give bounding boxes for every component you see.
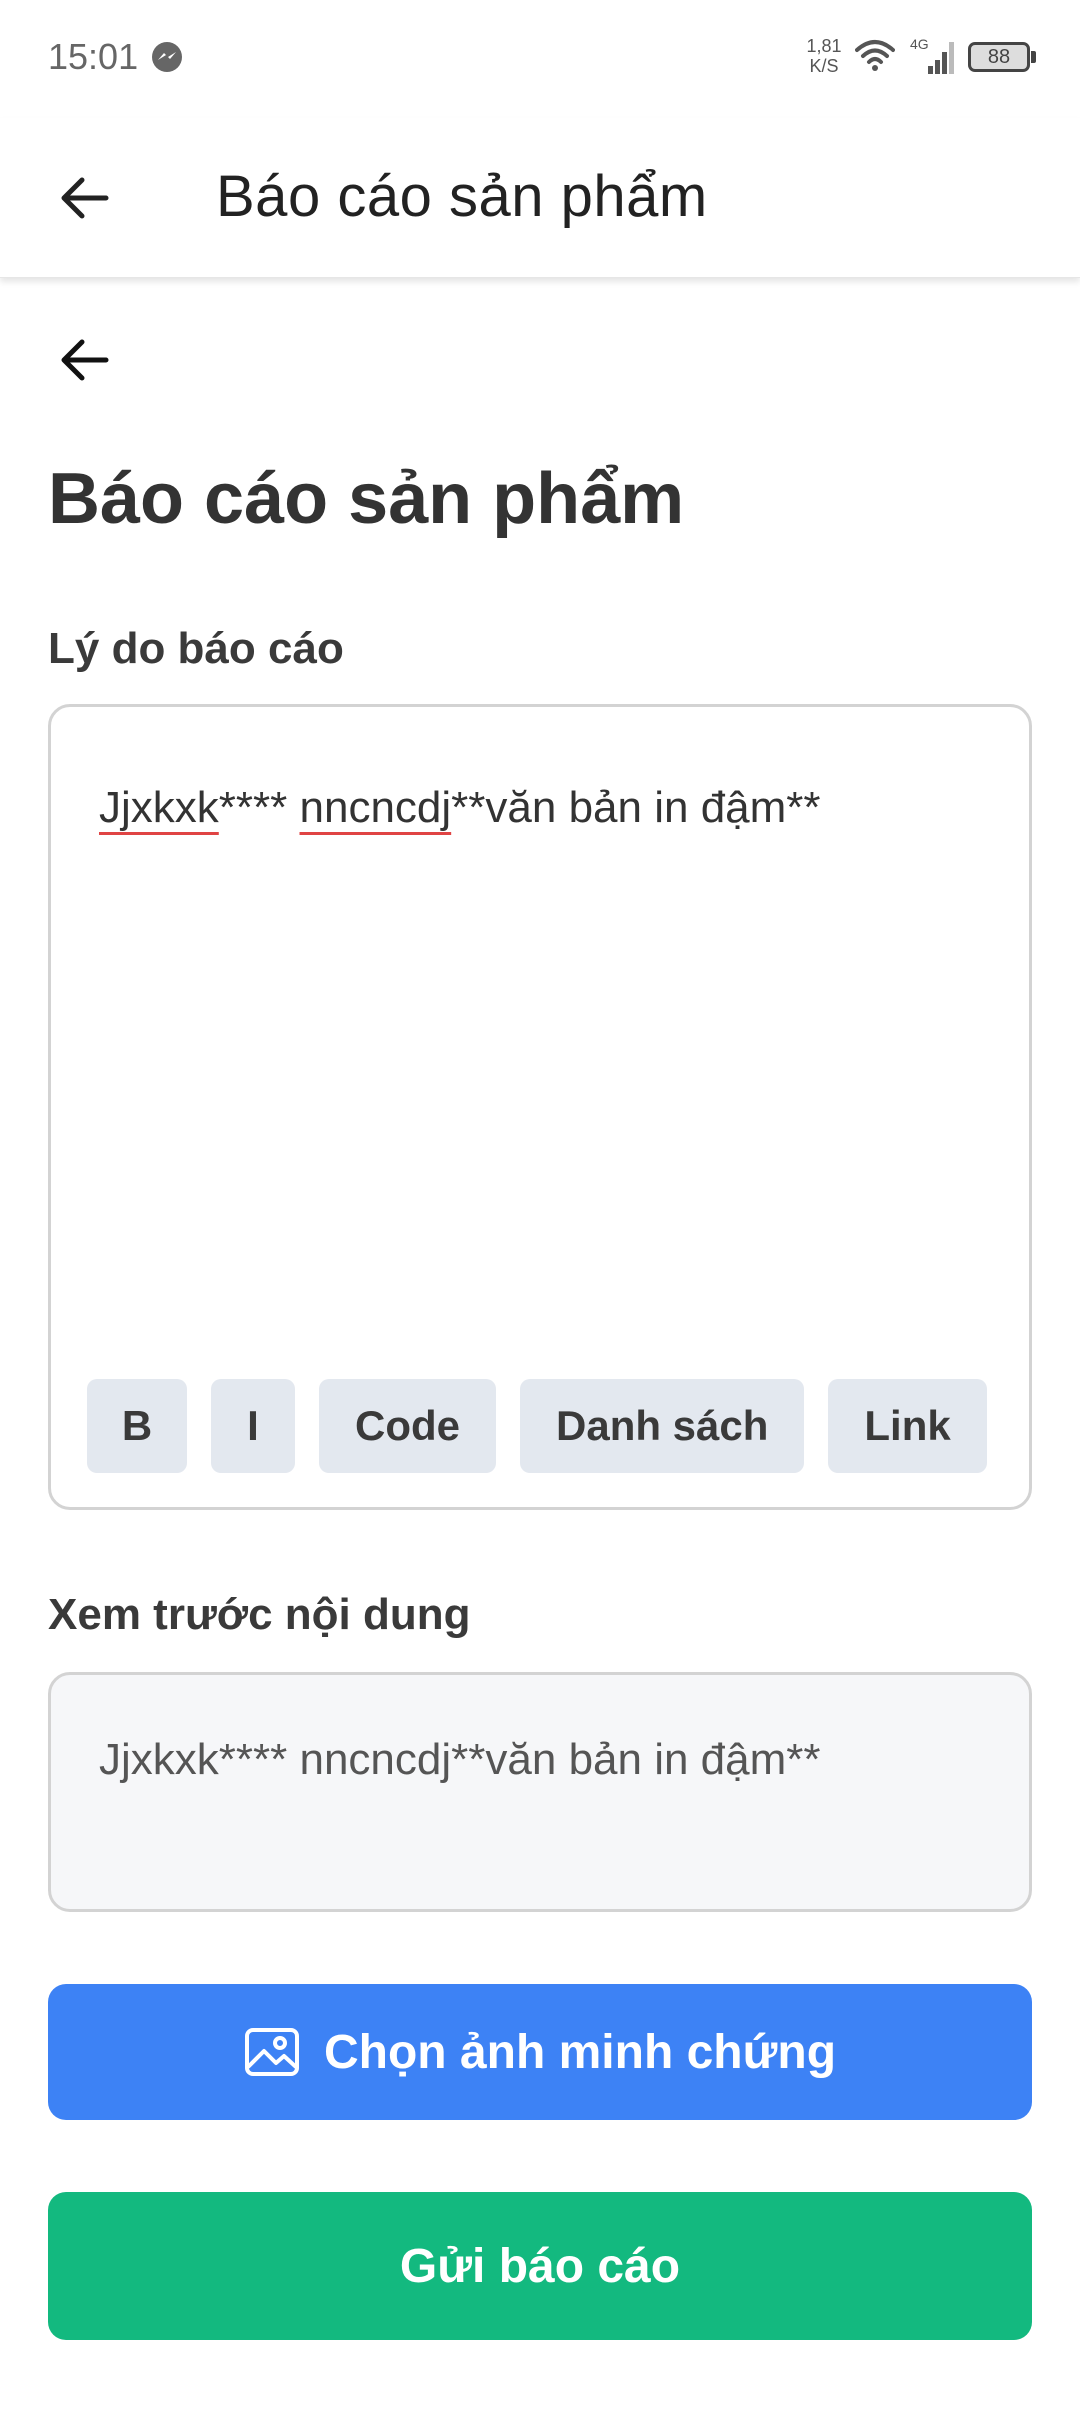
battery-tip (1031, 51, 1036, 63)
app-bar-title: Báo cáo sản phẩm (216, 164, 708, 229)
preview-label: Xem trước nội dung (48, 1590, 471, 1639)
list-button[interactable]: Danh sách (520, 1379, 805, 1473)
choose-photo-button[interactable]: Chọn ảnh minh chứng (48, 1984, 1032, 2120)
wifi-icon (855, 40, 895, 71)
reason-editor[interactable]: Jjxkxk**** nncncdj**văn bản in đậm** B I… (48, 704, 1032, 1510)
format-toolbar: B I Code Danh sách Link (87, 1379, 987, 1473)
battery-indicator: 88 (968, 42, 1030, 72)
back-arrow-icon[interactable] (56, 332, 112, 388)
link-button[interactable]: Link (828, 1379, 987, 1473)
choose-photo-label: Chọn ảnh minh chứng (323, 2025, 837, 2079)
status-time: 15:01 (48, 36, 139, 77)
preview-text: Jjxkxk**** nncncdj**văn bản in đậm** (99, 1735, 821, 1784)
misspelled-word: nncncdj (299, 783, 452, 832)
app-bar: Báo cáo sản phẩm (0, 118, 1080, 278)
content-preview: Jjxkxk**** nncncdj**văn bản in đậm** (48, 1672, 1032, 1912)
cellular-signal-icon: 4G (910, 36, 954, 74)
bold-button[interactable]: B (87, 1379, 187, 1473)
code-button[interactable]: Code (319, 1379, 496, 1473)
submit-report-button[interactable]: Gửi báo cáo (48, 2192, 1032, 2340)
net-speed-unit: K/S (809, 56, 839, 76)
text-segment: **** (218, 783, 300, 832)
reason-input-text[interactable]: Jjxkxk**** nncncdj**văn bản in đậm** (99, 783, 989, 833)
net-speed: 1,81 K/S (802, 36, 846, 76)
status-bar: 15:01 1,81 K/S 4G 88 (0, 0, 1080, 118)
page-title: Báo cáo sản phẩm (48, 459, 685, 539)
network-type: 4G (910, 36, 929, 52)
image-icon (244, 2028, 299, 2076)
net-speed-value: 1,81 (806, 36, 842, 56)
messenger-icon (152, 42, 182, 72)
reason-label: Lý do báo cáo (48, 624, 344, 673)
submit-report-label: Gửi báo cáo (399, 2239, 681, 2293)
text-segment: **văn bản in đậm** (451, 783, 821, 832)
back-arrow-icon[interactable] (56, 170, 112, 226)
italic-button[interactable]: I (211, 1379, 295, 1473)
misspelled-word: Jjxkxk (99, 783, 219, 832)
